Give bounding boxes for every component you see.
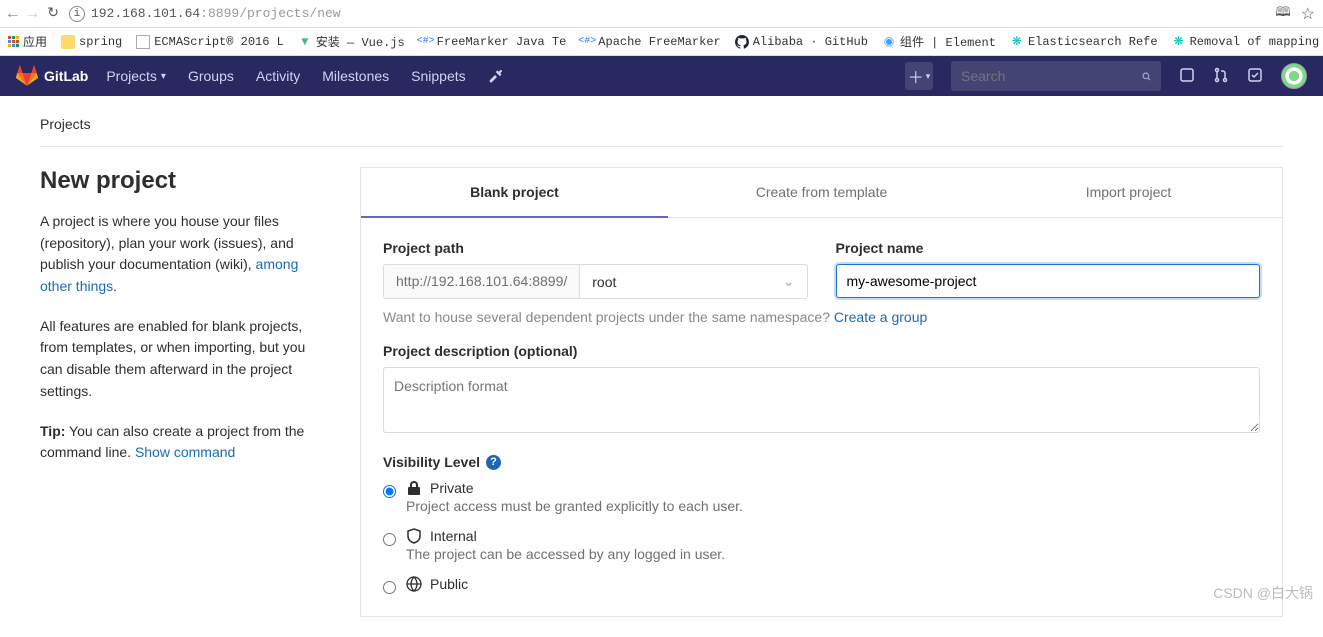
issues-icon[interactable] <box>1179 67 1195 86</box>
nav-activity[interactable]: Activity <box>256 68 300 84</box>
vue-icon: ▼ <box>298 35 312 49</box>
breadcrumb: Projects <box>40 116 1283 147</box>
bookmark-item[interactable]: ECMAScript® 2016 L <box>136 35 284 49</box>
show-command-link[interactable]: Show command <box>135 444 235 460</box>
tab-create-from-template[interactable]: Create from template <box>668 168 975 218</box>
create-group-link[interactable]: Create a group <box>834 309 927 325</box>
tab-blank-project[interactable]: Blank project <box>361 168 668 218</box>
bookmark-item[interactable]: <#>Apache FreeMarker <box>580 35 720 49</box>
chevron-down-icon: ⌄ <box>783 273 795 290</box>
reload-button[interactable]: ↻ <box>47 5 59 22</box>
visibility-title: Public <box>430 576 468 592</box>
code-icon: <#> <box>580 35 594 49</box>
visibility-public[interactable]: Public <box>383 576 1260 594</box>
visibility-title: Private <box>430 480 474 496</box>
tab-import-project[interactable]: Import project <box>975 168 1282 218</box>
merge-requests-icon[interactable] <box>1213 67 1229 86</box>
address-bar[interactable]: i 192.168.101.64:8899/projects/new <box>69 6 1265 22</box>
wrench-icon[interactable] <box>488 68 504 84</box>
chevron-down-icon: ▾ <box>926 71 931 82</box>
description-label: Project description (optional) <box>383 343 1260 359</box>
chevron-down-icon: ▾ <box>161 71 166 82</box>
visibility-desc: Project access must be granted explicitl… <box>406 498 743 514</box>
bookmark-item[interactable]: ◉组件 | Element <box>882 33 996 50</box>
apps-button[interactable]: 应用 <box>8 33 47 50</box>
project-name-input[interactable] <box>836 264 1261 298</box>
visibility-title: Internal <box>430 528 477 544</box>
breadcrumb-item[interactable]: Projects <box>40 116 91 132</box>
code-icon: <#> <box>419 35 433 49</box>
main-nav: Projects ▾ Groups Activity Milestones Sn… <box>106 68 503 84</box>
visibility-private[interactable]: Private Project access must be granted e… <box>383 480 1260 514</box>
bookmark-item[interactable]: ❋Elasticsearch Refe <box>1010 35 1158 49</box>
bookmark-item[interactable]: spring <box>61 35 122 49</box>
visibility-desc: The project can be accessed by any logge… <box>406 546 725 562</box>
tanuki-icon <box>16 65 38 87</box>
elastic-icon: ❋ <box>1010 35 1024 49</box>
bookmark-item[interactable]: ❋Removal of mapping <box>1172 35 1320 49</box>
browser-toolbar: ← → ↻ i 192.168.101.64:8899/projects/new… <box>0 0 1323 28</box>
elastic-icon: ❋ <box>1172 35 1186 49</box>
forward-button: → <box>28 5 38 23</box>
nav-groups[interactable]: Groups <box>188 68 234 84</box>
bookmark-item[interactable]: Alibaba · GitHub <box>735 35 868 49</box>
gitlab-header: GitLab Projects ▾ Groups Activity Milest… <box>0 56 1323 96</box>
github-icon <box>735 35 749 49</box>
brand-label: GitLab <box>44 68 88 84</box>
bookmarks-bar: 应用 spring ECMAScript® 2016 L ▼安装 — Vue.j… <box>0 28 1323 56</box>
visibility-private-radio[interactable] <box>383 485 396 498</box>
sidebar-desc-1: A project is where you house your files … <box>40 211 320 298</box>
project-path-label: Project path <box>383 240 808 256</box>
gitlab-logo[interactable]: GitLab <box>16 65 88 87</box>
page-title: New project <box>40 167 320 195</box>
new-project-form: Project path http://192.168.101.64:8899/… <box>360 218 1283 617</box>
bookmark-star-icon[interactable]: ☆ <box>1301 4 1315 24</box>
visibility-label: Visibility Level ? <box>383 454 1260 470</box>
todos-icon[interactable] <box>1247 67 1263 86</box>
path-prefix: http://192.168.101.64:8899/ <box>383 264 580 299</box>
sidebar-desc-2: All features are enabled for blank proje… <box>40 316 320 403</box>
page-icon <box>136 35 150 49</box>
info-icon[interactable]: i <box>69 6 85 22</box>
project-tabs: Blank project Create from template Impor… <box>360 167 1283 218</box>
globe-icon <box>406 576 422 592</box>
element-icon: ◉ <box>882 35 896 49</box>
visibility-internal-radio[interactable] <box>383 533 396 546</box>
folder-icon <box>61 35 75 49</box>
plus-icon: ＋ <box>908 64 924 88</box>
watermark: CSDN @白大锅 <box>1213 583 1313 603</box>
user-avatar[interactable] <box>1281 63 1307 89</box>
apps-label: 应用 <box>23 33 47 50</box>
apps-icon <box>8 36 19 47</box>
namespace-select[interactable]: root ⌄ <box>580 264 807 299</box>
visibility-internal[interactable]: Internal The project can be accessed by … <box>383 528 1260 562</box>
nav-projects[interactable]: Projects ▾ <box>106 68 166 84</box>
shield-icon <box>406 528 422 544</box>
sidebar: New project A project is where you house… <box>40 167 320 617</box>
nav-milestones[interactable]: Milestones <box>322 68 389 84</box>
url-text: 192.168.101.64:8899/projects/new <box>91 6 341 21</box>
namespace-hint: Want to house several dependent projects… <box>383 309 1260 325</box>
project-name-label: Project name <box>836 240 1261 256</box>
translate-icon[interactable]: 🕮 <box>1275 3 1290 25</box>
help-icon[interactable]: ? <box>486 455 501 470</box>
search-box[interactable] <box>951 61 1161 91</box>
nav-snippets[interactable]: Snippets <box>411 68 465 84</box>
visibility-public-radio[interactable] <box>383 581 396 594</box>
new-dropdown[interactable]: ＋▾ <box>905 62 933 90</box>
bookmark-item[interactable]: ▼安装 — Vue.js <box>298 33 405 50</box>
back-button[interactable]: ← <box>8 5 18 23</box>
namespace-value: root <box>592 274 616 290</box>
description-textarea[interactable] <box>383 367 1260 433</box>
search-icon <box>1142 69 1151 84</box>
search-input[interactable] <box>961 68 1142 84</box>
sidebar-tip: Tip: You can also create a project from … <box>40 421 320 464</box>
lock-icon <box>406 480 422 496</box>
bookmark-item[interactable]: <#>FreeMarker Java Te <box>419 35 567 49</box>
